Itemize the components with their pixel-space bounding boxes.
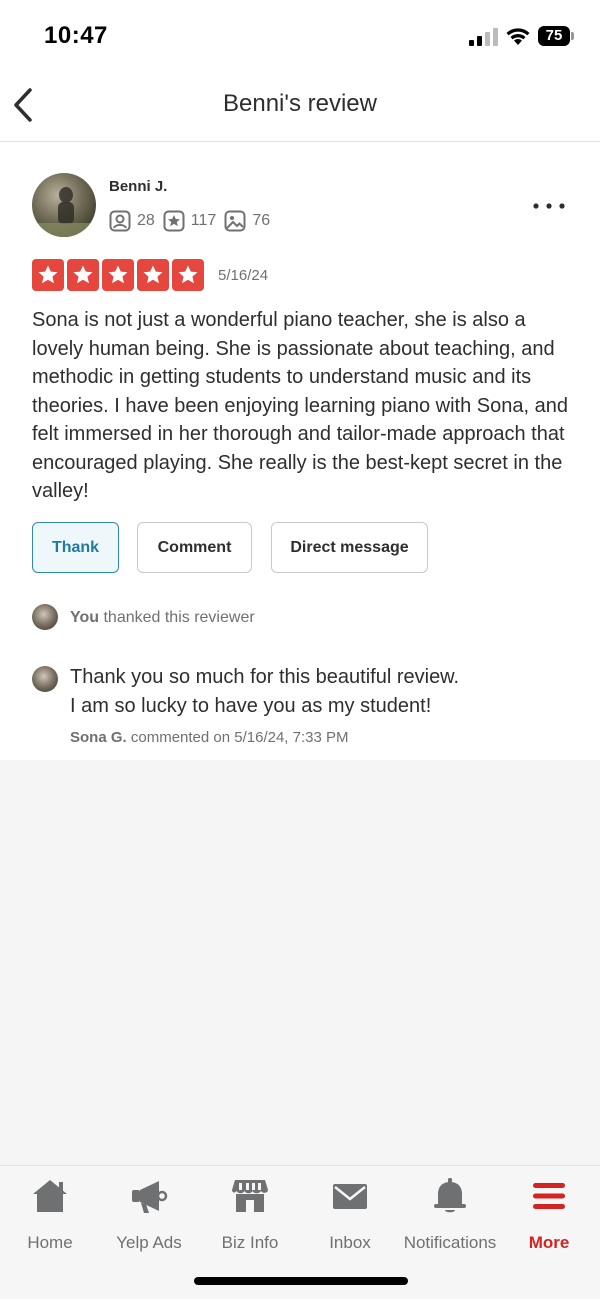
thanked-text: thanked this reviewer — [99, 609, 255, 626]
photos-count: 76 — [252, 212, 271, 229]
comment-author: Sona G. — [70, 729, 127, 746]
star-icon — [32, 259, 64, 291]
tab-yelp-ads-label: Yelp Ads — [116, 1233, 182, 1252]
commenter-avatar — [32, 666, 58, 692]
tab-more-label: More — [528, 1233, 570, 1252]
star-icon — [67, 259, 99, 291]
star-rating — [32, 259, 207, 291]
hamburger-icon — [533, 1183, 565, 1209]
tab-yelp-ads[interactable]: Yelp Ads — [94, 1176, 204, 1256]
star-icon — [137, 259, 169, 291]
wifi-icon — [506, 28, 530, 45]
comment-meta: Sona G. commented on 5/16/24, 7:33 PM — [70, 729, 349, 746]
nav-header: Benni's review — [0, 70, 600, 142]
star-icon — [102, 259, 134, 291]
thanked-who: You — [70, 609, 100, 626]
megaphone-icon — [132, 1181, 168, 1213]
tab-home-label: Home — [27, 1233, 73, 1252]
thank-button[interactable]: Thank — [32, 522, 119, 573]
page-title: Benni's review — [223, 90, 377, 117]
tab-biz-info-label: Biz Info — [221, 1233, 279, 1252]
avatar-photo-icon — [32, 187, 96, 237]
comment-timestamp: commented on 5/16/24, 7:33 PM — [126, 729, 349, 746]
tab-more[interactable]: More — [494, 1176, 600, 1256]
battery-icon: 75 — [538, 26, 570, 46]
tab-biz-info[interactable]: Biz Info — [195, 1176, 305, 1256]
friends-count: 28 — [137, 212, 155, 229]
bell-icon — [434, 1178, 466, 1213]
thanked-line: You thanked this reviewer — [70, 609, 255, 627]
star-outline-icon — [163, 210, 185, 232]
star-icon — [172, 259, 204, 291]
reviews-stat: 117 — [163, 210, 217, 232]
tab-notifications-label: Notifications — [403, 1233, 497, 1252]
photo-icon — [224, 210, 246, 232]
comment-line: Thank you so much for this beautiful rev… — [70, 666, 460, 688]
battery-tip — [571, 32, 574, 40]
reviews-count: 117 — [190, 212, 217, 229]
envelope-icon — [333, 1184, 367, 1209]
direct-message-button[interactable]: Direct message — [271, 522, 428, 573]
reviewer-name[interactable]: Benni J. — [109, 178, 167, 195]
review-date: 5/16/24 — [218, 267, 269, 284]
tab-notifications[interactable]: Notifications — [395, 1176, 505, 1256]
photos-stat: 76 — [224, 210, 270, 232]
reviewer-avatar[interactable] — [32, 173, 96, 237]
status-bar: 10:47 75 — [0, 0, 600, 70]
more-options-icon[interactable] — [530, 196, 568, 216]
review-text: Sona is not just a wonderful piano teach… — [32, 309, 568, 502]
cellular-signal-icon — [469, 28, 499, 46]
owner-avatar — [32, 604, 58, 630]
owner-comment: Thank you so much for this beautiful rev… — [70, 663, 570, 721]
home-icon — [33, 1180, 67, 1212]
comment-button[interactable]: Comment — [137, 522, 252, 573]
tab-inbox-label: Inbox — [329, 1233, 371, 1252]
tab-inbox[interactable]: Inbox — [295, 1176, 405, 1256]
friends-icon — [109, 210, 131, 232]
tab-home[interactable]: Home — [0, 1176, 105, 1256]
friends-stat: 28 — [109, 210, 155, 232]
storefront-icon — [232, 1180, 268, 1212]
reviewer-stats: 28 117 76 — [109, 209, 278, 233]
comment-line: I am so lucky to have you as my student! — [70, 695, 432, 717]
status-time: 10:47 — [44, 22, 108, 49]
home-indicator[interactable] — [194, 1277, 408, 1285]
